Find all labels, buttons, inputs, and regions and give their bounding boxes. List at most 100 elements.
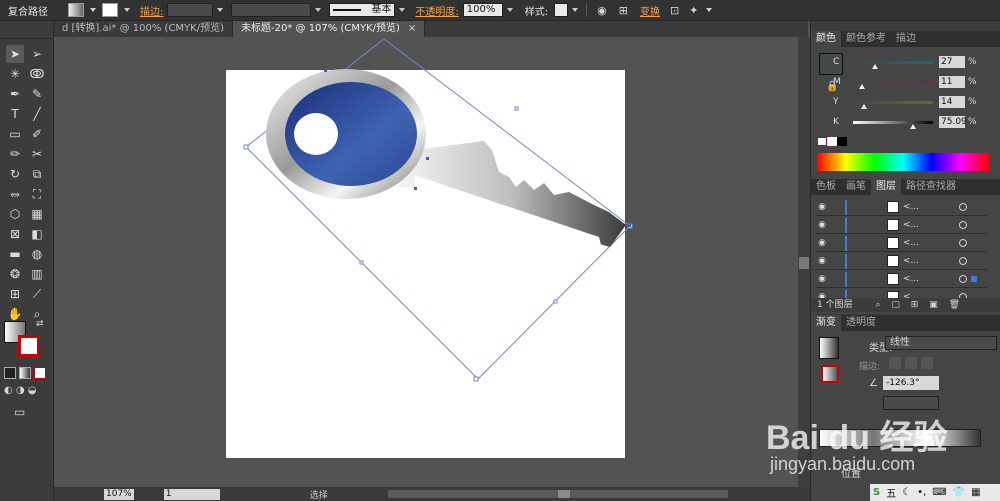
make-clipping-mask-icon[interactable]: ▢ — [891, 300, 900, 310]
ime-mode-label[interactable]: 五 — [886, 485, 896, 500]
anchor-point[interactable] — [628, 224, 631, 227]
rectangle-tool-icon[interactable]: ▭ — [6, 125, 24, 143]
anchor-point[interactable] — [414, 187, 417, 190]
cyan-value[interactable]: 27 — [939, 56, 965, 68]
bbox-handle[interactable] — [473, 376, 479, 382]
curvature-tool-icon[interactable]: ✎ — [28, 85, 46, 103]
tab-document-1[interactable]: d [转换].ai* @ 100% (CMYK/预览) — [54, 21, 233, 37]
blend-tool-icon[interactable]: ◍ — [28, 245, 46, 263]
scissors-tool-icon[interactable]: ✂ — [28, 145, 46, 163]
stroke-none-swatch[interactable] — [102, 3, 118, 17]
gradient-mode-button[interactable] — [19, 367, 31, 379]
eye-icon[interactable]: ◉ — [815, 238, 829, 248]
opacity-input[interactable]: 100% — [462, 3, 503, 17]
angle-input[interactable]: -126.3° — [883, 376, 939, 390]
black-value[interactable]: 75.09 — [939, 116, 967, 128]
arrange-icon[interactable]: ✦ — [689, 4, 698, 17]
locate-object-icon[interactable]: ⌕ — [875, 300, 880, 310]
eye-icon[interactable]: ◉ — [815, 274, 829, 284]
rotate-tool-icon[interactable]: ↻ — [6, 165, 24, 183]
scrollbar-thumb[interactable] — [799, 257, 809, 269]
yellow-value[interactable]: 14 — [939, 96, 965, 108]
horizontal-scrollbar[interactable] — [387, 490, 728, 498]
canvas-workspace[interactable] — [54, 37, 798, 487]
slice-tool-icon[interactable]: ⟋ — [28, 285, 46, 303]
tab-brushes[interactable]: 画笔 — [841, 179, 871, 195]
magenta-slider[interactable]: M 11% — [815, 75, 977, 89]
skin-icon[interactable]: 👕 — [953, 487, 965, 498]
color-spectrum-bar[interactable] — [817, 153, 989, 171]
symbol-sprayer-tool-icon[interactable]: ❂ — [6, 265, 24, 283]
target-icon[interactable] — [959, 239, 968, 247]
stroke-weight-dropdown-icon[interactable] — [217, 8, 224, 12]
delete-layer-icon[interactable]: 🗑 — [949, 300, 960, 310]
punctuation-icon[interactable]: •, — [917, 487, 926, 498]
pencil-tool-icon[interactable]: ✏ — [6, 145, 24, 163]
line-tool-icon[interactable]: ╱ — [28, 105, 46, 123]
target-icon[interactable] — [959, 203, 968, 211]
layer-row[interactable]: ◉ <... — [815, 235, 987, 252]
draw-mode-icon[interactable]: ◐ ◑ ◒ — [4, 385, 37, 396]
stroke-dropdown-icon[interactable] — [124, 8, 130, 12]
align-icon[interactable]: ⊞ — [619, 4, 628, 17]
settings-icon[interactable]: ▦ — [971, 487, 980, 498]
free-transform-tool-icon[interactable]: ⛶ — [28, 185, 46, 203]
variable-width-dropdown-icon[interactable] — [315, 8, 322, 12]
zoom-level-field[interactable]: 107% — [104, 488, 134, 500]
layer-row[interactable]: ◉ <... — [815, 217, 987, 234]
scale-tool-icon[interactable]: ⧉ — [28, 165, 46, 183]
tab-color[interactable]: 颜色 — [811, 31, 841, 47]
tools-grip[interactable] — [0, 21, 53, 39]
eye-icon[interactable]: ◉ — [815, 256, 829, 266]
paintbrush-tool-icon[interactable]: ✐ — [28, 125, 46, 143]
anchor-point[interactable] — [324, 69, 327, 72]
eye-icon[interactable]: ◉ — [815, 220, 829, 230]
bbox-handle[interactable] — [514, 106, 519, 111]
close-icon[interactable]: × — [408, 23, 416, 34]
bbox-handle[interactable] — [243, 144, 249, 150]
magic-wand-tool-icon[interactable]: ✳ — [6, 65, 24, 83]
isolate-icon[interactable]: ⊡ — [670, 4, 679, 17]
keyboard-icon[interactable]: ⌨ — [932, 487, 946, 498]
selection-indicator[interactable] — [971, 276, 978, 282]
column-graph-tool-icon[interactable]: ▥ — [28, 265, 46, 283]
variable-width-select[interactable] — [231, 3, 312, 17]
ime-logo-icon[interactable]: S — [873, 487, 880, 498]
fill-dropdown-icon[interactable] — [90, 8, 96, 12]
tab-swatches[interactable]: 色板 — [811, 179, 841, 195]
eye-icon[interactable]: ◉ — [815, 202, 829, 212]
new-layer-icon[interactable]: ▣ — [929, 300, 938, 310]
target-icon[interactable] — [959, 275, 968, 283]
lasso-tool-icon[interactable]: ↂ — [28, 65, 46, 83]
tab-pathfinder[interactable]: 路径查找器 — [901, 179, 961, 195]
tab-color-guide[interactable]: 颜色参考 — [841, 31, 891, 47]
anchor-point[interactable] — [426, 157, 429, 160]
layer-row[interactable]: ◉ <... — [815, 199, 987, 216]
stroke-gradient-buttons[interactable] — [889, 357, 937, 369]
gradient-type-select[interactable]: 线性 — [885, 336, 997, 350]
direct-selection-tool-icon[interactable]: ➢ — [28, 45, 46, 63]
black-slider[interactable]: K 75.09% — [815, 115, 977, 129]
color-mode-button[interactable] — [4, 367, 16, 379]
opacity-label[interactable]: 不透明度: — [415, 3, 458, 18]
selection-tool-icon[interactable]: ➤ — [6, 45, 24, 63]
width-tool-icon[interactable]: ⥈ — [6, 185, 24, 203]
gradient-tool-icon[interactable]: ◧ — [28, 225, 46, 243]
stroke-label[interactable]: 描边: — [140, 3, 163, 18]
tab-layers[interactable]: 图层 — [871, 179, 901, 195]
layer-row-selected[interactable]: ◉ <... — [815, 271, 987, 288]
recolor-icon[interactable]: ◉ — [597, 4, 607, 17]
tab-stroke[interactable]: 描边 — [891, 31, 921, 47]
swap-fill-stroke-icon[interactable]: ⇄ — [36, 319, 44, 329]
gradient-preview-swatch[interactable] — [819, 337, 839, 359]
target-icon[interactable] — [959, 221, 968, 229]
new-sublayer-icon[interactable]: ⊞ — [911, 300, 919, 310]
yellow-slider[interactable]: Y 14% — [815, 95, 977, 109]
arrange-dropdown-icon[interactable] — [706, 8, 713, 12]
moon-icon[interactable]: ☾ — [902, 487, 911, 498]
tab-document-2[interactable]: 未标题-20* @ 107% (CMYK/预览) × — [233, 21, 426, 37]
ime-toolbar[interactable]: S 五 ☾ •, ⌨ 👕 ▦ — [870, 484, 1000, 501]
brush-style-select[interactable]: 基本 — [329, 3, 396, 17]
none-mode-button[interactable] — [34, 367, 46, 379]
transform-link[interactable]: 变换 — [640, 3, 660, 18]
